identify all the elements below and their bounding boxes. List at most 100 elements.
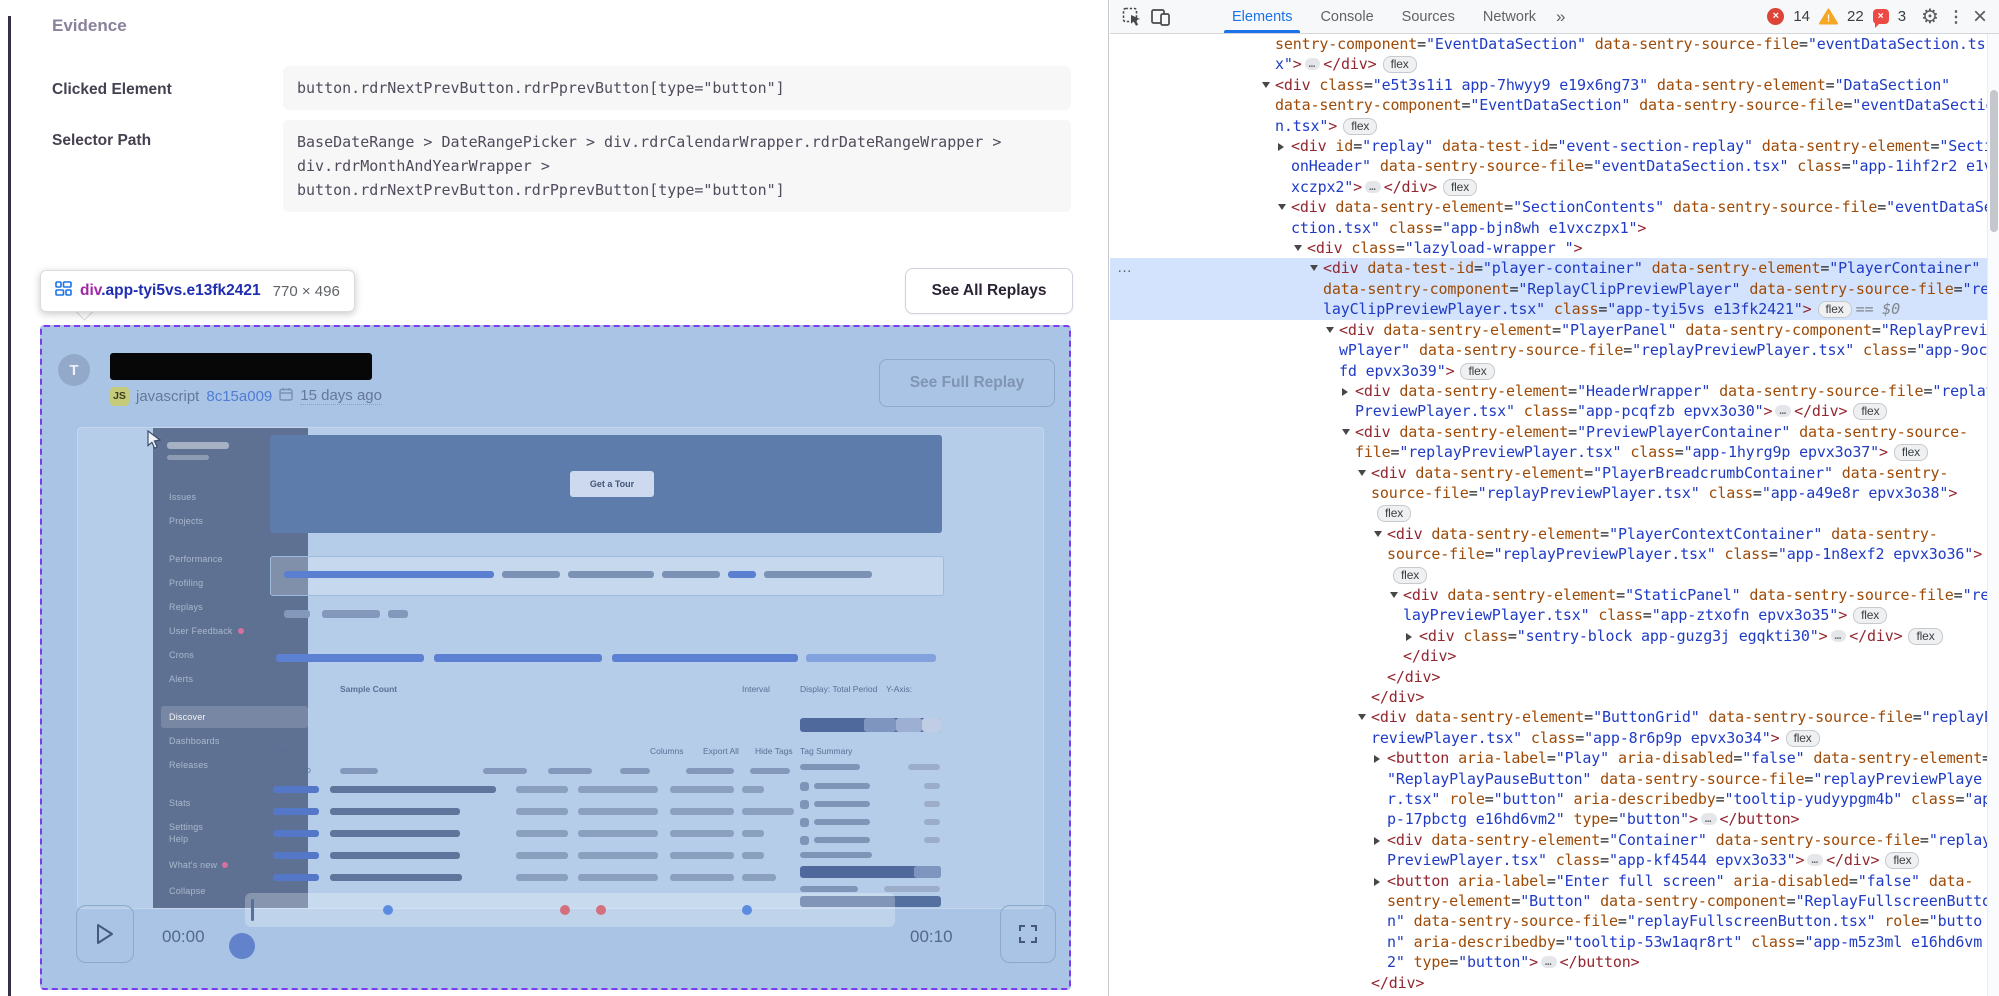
issues-icon[interactable]: ×: [1873, 9, 1889, 24]
flex-badge[interactable]: flex: [1343, 118, 1377, 135]
device-toolbar-icon[interactable]: [1146, 4, 1174, 30]
collapsed-children-ellipsis[interactable]: …: [1365, 181, 1381, 193]
expand-arrow-icon[interactable]: [1406, 626, 1419, 646]
devtools-tree-line[interactable]: n.tsx">flex: [1110, 116, 1987, 136]
devtools-tree-line[interactable]: p-17pbctg e16hd6vm2" type="button">…</bu…: [1110, 809, 1987, 829]
see-all-replays-button[interactable]: See All Replays: [905, 268, 1073, 314]
settings-gear-icon[interactable]: ⚙: [1921, 4, 1939, 29]
devtools-tree-line[interactable]: n" aria-describedby="tooltip-53w1aqr8rt"…: [1110, 932, 1987, 952]
devtools-tree-line[interactable]: 2" type="button">…</button>: [1110, 952, 1987, 972]
expand-arrow-icon[interactable]: [1374, 748, 1387, 768]
expand-arrow-icon[interactable]: [1342, 381, 1355, 401]
devtools-tree-line[interactable]: <div data-sentry-element="HeaderWrapper"…: [1110, 381, 1987, 401]
close-devtools-icon[interactable]: ×: [1973, 5, 1987, 29]
devtools-tree-line[interactable]: <div data-sentry-element="PlayerBreadcru…: [1110, 463, 1987, 483]
devtools-tree-line[interactable]: layPreviewPlayer.tsx" class="app-ztxofn …: [1110, 605, 1987, 625]
expand-arrow-icon[interactable]: [1278, 136, 1291, 156]
devtools-tree-line[interactable]: file="replayPreviewPlayer.tsx" class="ap…: [1110, 442, 1987, 462]
collapse-arrow-icon[interactable]: [1262, 75, 1275, 95]
devtools-tree-line[interactable]: flex: [1110, 565, 1987, 585]
expand-arrow-icon[interactable]: [1374, 830, 1387, 850]
devtools-scrollbar[interactable]: [1987, 34, 1999, 996]
tab-console[interactable]: Console: [1306, 0, 1387, 33]
collapse-arrow-icon[interactable]: [1294, 238, 1307, 258]
devtools-tree-line[interactable]: <div data-sentry-element="PlayerPanel" d…: [1110, 320, 1987, 340]
devtools-tree-line[interactable]: n" data-sentry-source-file="replayFullsc…: [1110, 911, 1987, 931]
devtools-tree-line[interactable]: <div class="e5t3s1i1 app-7hwyy9 e19x6ng7…: [1110, 75, 1987, 95]
collapse-arrow-icon[interactable]: [1326, 320, 1339, 340]
collapsed-children-ellipsis[interactable]: …: [1831, 630, 1847, 642]
devtools-tree-line[interactable]: "ReplayPlayPauseButton" data-sentry-sour…: [1110, 769, 1987, 789]
flex-badge[interactable]: flex: [1853, 403, 1887, 420]
collapsed-children-ellipsis[interactable]: …: [1775, 405, 1791, 417]
devtools-tree-line[interactable]: fd epvx3o39">flex: [1110, 361, 1987, 381]
kebab-menu-icon[interactable]: ⋮: [1948, 7, 1964, 27]
devtools-tree-line[interactable]: </div>: [1110, 973, 1987, 993]
flex-badge[interactable]: flex: [1885, 852, 1919, 869]
devtools-tree-line[interactable]: source-file="replayPreviewPlayer.tsx" cl…: [1110, 544, 1987, 564]
replay-player-container[interactable]: T JS javascript 8c15a009 15 days ago See…: [40, 325, 1071, 990]
replay-age[interactable]: 15 days ago: [300, 387, 382, 405]
more-tabs-icon[interactable]: »: [1550, 7, 1571, 27]
expand-arrow-icon[interactable]: [1374, 871, 1387, 891]
flex-badge[interactable]: flex: [1908, 628, 1942, 645]
tab-elements[interactable]: Elements: [1218, 0, 1306, 33]
collapse-arrow-icon[interactable]: [1358, 707, 1371, 727]
flex-badge[interactable]: flex: [1383, 56, 1417, 73]
flex-badge[interactable]: flex: [1894, 444, 1928, 461]
flex-badge[interactable]: flex: [1786, 730, 1820, 747]
flex-badge[interactable]: flex: [1460, 363, 1494, 380]
devtools-tree-line[interactable]: data-sentry-component="ReplayClipPreview…: [1110, 279, 1987, 299]
see-full-replay-button[interactable]: See Full Replay: [879, 359, 1055, 407]
scrollbar-thumb[interactable]: [1990, 90, 1998, 232]
devtools-tree-line[interactable]: PreviewPlayer.tsx" class="app-pcqfzb epv…: [1110, 401, 1987, 421]
devtools-tree-line[interactable]: <div class="lazyload-wrapper ">: [1110, 238, 1987, 258]
devtools-tree-line[interactable]: <div class="sentry-block app-guzg3j egqk…: [1110, 626, 1987, 646]
devtools-tree-line[interactable]: </div>: [1110, 667, 1987, 687]
play-button[interactable]: [76, 905, 134, 963]
devtools-tree-line[interactable]: data-sentry-component="EventDataSection"…: [1110, 95, 1987, 115]
devtools-tree-line[interactable]: <button aria-label="Enter full screen" a…: [1110, 871, 1987, 891]
collapse-arrow-icon[interactable]: [1278, 197, 1291, 217]
tab-sources[interactable]: Sources: [1388, 0, 1469, 33]
devtools-tree-line[interactable]: flex: [1110, 503, 1987, 523]
devtools-tree-line[interactable]: </div>: [1110, 646, 1987, 666]
devtools-tree-line[interactable]: source-file="replayPreviewPlayer.tsx" cl…: [1110, 483, 1987, 503]
devtools-tree-line[interactable]: <div data-sentry-element="PlayerContextC…: [1110, 524, 1987, 544]
inspect-element-icon[interactable]: [1118, 4, 1146, 30]
selected-line-actions-icon[interactable]: …: [1117, 258, 1133, 278]
flex-badge[interactable]: flex: [1393, 567, 1427, 584]
devtools-tree-line[interactable]: <div data-sentry-element="StaticPanel" d…: [1110, 585, 1987, 605]
devtools-tree-line[interactable]: x">…</div>flex: [1110, 54, 1987, 74]
devtools-tree-line[interactable]: <div id="replay" data-test-id="event-sec…: [1110, 136, 1987, 156]
collapsed-children-ellipsis[interactable]: …: [1541, 956, 1557, 968]
flex-badge[interactable]: flex: [1818, 301, 1852, 318]
collapsed-children-ellipsis[interactable]: …: [1807, 854, 1823, 866]
devtools-tree-line[interactable]: <div data-sentry-element="ButtonGrid" da…: [1110, 707, 1987, 727]
devtools-tree-line[interactable]: xczpx2">…</div>flex: [1110, 177, 1987, 197]
collapse-arrow-icon[interactable]: [1342, 422, 1355, 442]
devtools-tree-line[interactable]: ction.tsx" class="app-bjn8wh e1vxczpx1">: [1110, 218, 1987, 238]
devtools-tree-line[interactable]: r.tsx" role="button" aria-describedby="t…: [1110, 789, 1987, 809]
devtools-tree-line[interactable]: reviewPlayer.tsx" class="app-8r6p9p epvx…: [1110, 728, 1987, 748]
timeline-scrubber-handle[interactable]: [229, 933, 255, 959]
devtools-tree-line[interactable]: <div data-sentry-element="SectionContent…: [1110, 197, 1987, 217]
flex-badge[interactable]: flex: [1377, 505, 1411, 522]
devtools-tree-line[interactable]: <div data-test-id="player-container" dat…: [1110, 258, 1987, 278]
devtools-tree-line[interactable]: sentry-element="Button" data-sentry-comp…: [1110, 891, 1987, 911]
collapse-arrow-icon[interactable]: [1374, 524, 1387, 544]
flex-badge[interactable]: flex: [1443, 179, 1477, 196]
devtools-tree-line[interactable]: <button aria-label="Play" aria-disabled=…: [1110, 748, 1987, 768]
collapse-arrow-icon[interactable]: [1390, 585, 1403, 605]
collapsed-children-ellipsis[interactable]: …: [1305, 58, 1321, 70]
timeline-track[interactable]: [245, 893, 895, 927]
devtools-tree-line[interactable]: </div>: [1110, 687, 1987, 707]
collapse-arrow-icon[interactable]: [1310, 258, 1323, 278]
devtools-tree-line[interactable]: PreviewPlayer.tsx" class="app-kf4544 epv…: [1110, 850, 1987, 870]
devtools-tree-line[interactable]: sentry-component="EventDataSection" data…: [1110, 34, 1987, 54]
fullscreen-button[interactable]: [1000, 905, 1056, 963]
tab-network[interactable]: Network: [1469, 0, 1550, 33]
collapse-arrow-icon[interactable]: [1358, 463, 1371, 483]
warning-icon[interactable]: !: [1819, 8, 1838, 25]
devtools-tree-line[interactable]: layClipPreviewPlayer.tsx" class="app-tyi…: [1110, 299, 1987, 319]
